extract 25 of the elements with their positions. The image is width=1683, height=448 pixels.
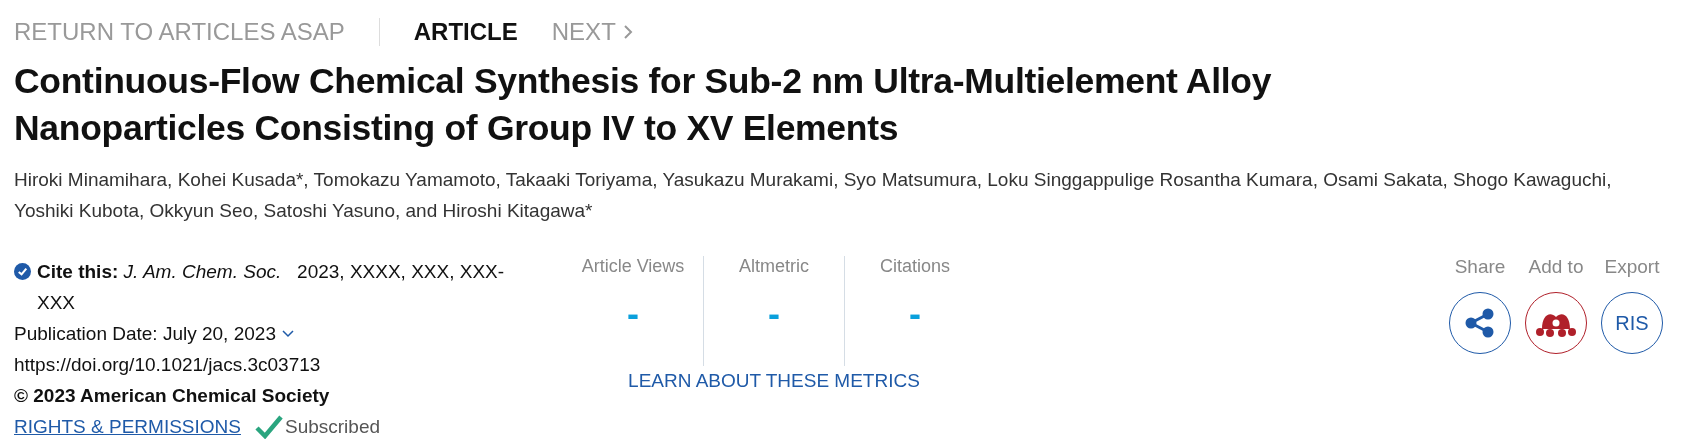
rights-link[interactable]: RIGHTS & PERMISSIONS xyxy=(14,411,241,442)
action-label: Export xyxy=(1604,256,1660,278)
metric-value: - xyxy=(909,293,921,335)
caret-down-icon[interactable] xyxy=(281,329,294,338)
share-icon xyxy=(1465,308,1495,338)
metrics-link[interactable]: LEARN ABOUT THESE METRICS xyxy=(628,370,920,392)
metric-value: - xyxy=(768,293,780,335)
metric-label: Article Views xyxy=(581,256,685,277)
chevron-right-icon xyxy=(621,23,634,41)
check-circle-icon xyxy=(14,263,31,280)
citation-text: Cite this: J. Am. Chem. Soc. 2023, XXXX, XXX, XXX-XXX xyxy=(37,260,506,315)
metric-value: - xyxy=(627,293,639,335)
action-label: Share xyxy=(1454,256,1506,278)
action-label: Add to xyxy=(1528,256,1584,278)
copyright-text: © 2023 American Chemical Society xyxy=(14,385,330,406)
ris-button[interactable]: RIS xyxy=(1601,292,1663,354)
doi-text: https://doi.org/10.1021/jacs.3c03713 xyxy=(14,354,321,375)
access-status: Subscribed xyxy=(285,415,381,439)
article-title: Continuous-Flow Chemical Synthesis for Sub-2 nm Ultra-Multielement Alloy Nanoparticles Consisting of Group IV to XV Elements xyxy=(14,60,1273,150)
author-list: Hiroki Minamihara, Kohei Kusada*, Tomokazu Yamamoto, Takaaki Toriyama, Yasukazu Murakami, Syo Matsumura, Loku Singgappulige Rosantha Kumara, Osami Sakata, Shogo Kawaguchi, Yoshiki Kubota, Okkyun Seo, Satoshi Yasuno, and Hiroshi Kitagawa* xyxy=(14,164,1669,226)
metric-label: Altmetric xyxy=(739,256,809,277)
nav-link[interactable]: ARTICLE xyxy=(413,18,552,46)
metric-label: Citations xyxy=(880,256,950,277)
publication-date: Publication Date: July 20, 2023 xyxy=(14,322,276,346)
checkmark-icon xyxy=(255,414,283,439)
